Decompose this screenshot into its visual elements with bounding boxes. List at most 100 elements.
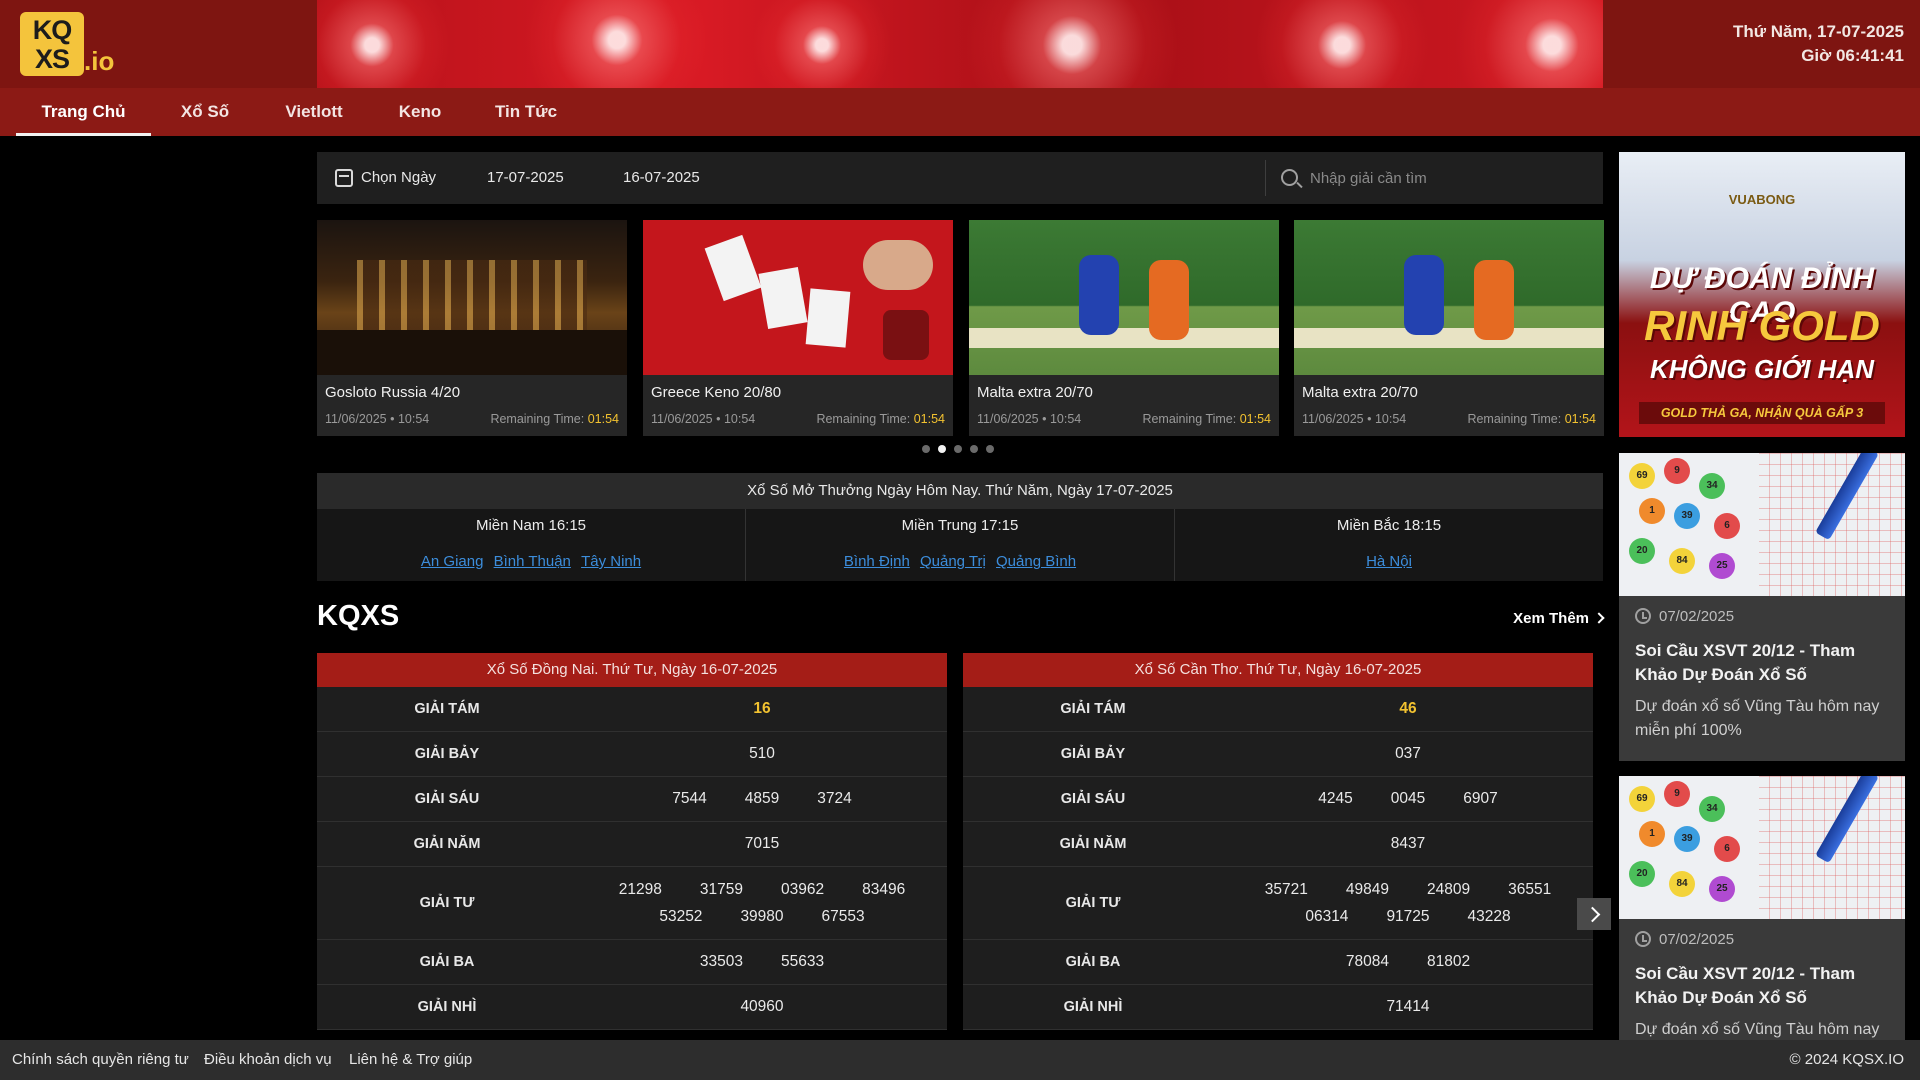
news-date: 07/02/2025 [1635,608,1734,625]
province-link[interactable]: An Giang [421,553,484,570]
prize-number: 6907 [1463,790,1498,807]
prize-number: 91725 [1386,907,1430,925]
schedule-region-central: Miền Trung 17:15 Bình Định Quảng Trị Quả… [746,509,1175,581]
prize-number: 83496 [862,880,906,898]
prize-number: 46 [1399,700,1417,717]
schedule-region-south: Miền Nam 16:15 An Giang Bình Thuận Tây N… [317,509,746,581]
terms-of-service-link[interactable]: Điều khoản dịch vụ [204,1040,332,1080]
region-links: Hà Nội [1175,553,1603,570]
prize-number: 0045 [1390,790,1426,807]
prize-label: GIẢI BA [419,954,475,970]
prize-row: GIẢI NĂM 8437 [963,822,1593,867]
see-more-link[interactable]: Xem Thêm [1513,610,1605,627]
football-image [969,220,1279,375]
logo-extension: .io [84,46,115,76]
province-link[interactable]: Tây Ninh [581,553,641,570]
search-icon[interactable] [1281,169,1298,186]
province-link[interactable]: Hà Nội [1366,553,1412,570]
prize-number: 35721 [1264,880,1308,898]
news-card[interactable]: 69 9 34 1 39 6 20 84 25 07/02/2025 Soi C… [1619,453,1905,761]
prize-row: GIẢI TÁM 46 [963,687,1593,732]
nav-item-vietlott[interactable]: Vietlott [276,88,352,136]
nav-item-home[interactable]: Trang Chủ [16,88,151,136]
carousel-dot[interactable] [922,445,930,453]
news-title[interactable]: Soi Cầu XSVT 20/12 - Tham Khảo Dự Đoán X… [1635,639,1895,687]
prize-number: 40960 [740,998,784,1015]
contact-help-link[interactable]: Liên hệ & Trợ giúp [349,1040,472,1080]
prize-number: 49849 [1345,880,1389,898]
calendar-icon[interactable] [335,169,353,187]
footer: Chính sách quyền riêng tư Điều khoản dịc… [0,1040,1920,1080]
date-filter-bar: Chọn Ngày 17-07-2025 16-07-2025 [317,152,1603,204]
lottery-balls-image: 69 9 34 1 39 6 20 84 25 [1619,776,1905,919]
news-title[interactable]: Soi Cầu XSVT 20/12 - Tham Khảo Dự Đoán X… [1635,962,1895,1010]
prize-number: 43228 [1467,907,1511,925]
site-logo[interactable]: KQ XS .io [20,12,130,78]
game-card[interactable]: Greece Keno 20/80 11/06/2025 • 10:54 Rem… [643,220,953,436]
carousel-dot[interactable] [954,445,962,453]
card-title: Gosloto Russia 4/20 [325,384,461,401]
copyright: © 2024 KQSX.IO [1789,1051,1904,1068]
prize-label: GIẢI BA [1065,954,1121,970]
prize-number: 78084 [1345,953,1389,970]
prize-values: 510 [587,732,937,776]
card-remaining: Remaining Time: 01:54 [1467,412,1596,426]
prize-number: 510 [749,745,775,762]
prize-number: 31759 [699,880,743,898]
privacy-policy-link[interactable]: Chính sách quyền riêng tư [12,1040,189,1080]
province-link[interactable]: Bình Định [844,553,910,570]
card-meta: 11/06/2025 • 10:54 [977,412,1082,426]
carousel-dot[interactable] [986,445,994,453]
nav-item-keno[interactable]: Keno [392,88,448,136]
search-input[interactable] [1310,164,1590,192]
game-card[interactable]: Malta extra 20/70 11/06/2025 • 10:54 Rem… [1294,220,1604,436]
nav-item-news[interactable]: Tin Tức [488,88,564,136]
carousel-dot[interactable] [938,445,946,453]
nav-item-xoso[interactable]: Xổ Số [170,88,240,136]
prize-row: GIẢI NĂM 7015 [317,822,947,867]
prize-number: 53252 [659,907,703,925]
prize-number: 81802 [1427,953,1471,970]
prize-number: 03962 [781,880,825,898]
prize-label: GIẢI TƯ [1065,895,1121,911]
province-link[interactable]: Quảng Trị [920,553,986,570]
game-card[interactable]: Gosloto Russia 4/20 11/06/2025 • 10:54 R… [317,220,627,436]
game-card[interactable]: Malta extra 20/70 11/06/2025 • 10:54 Rem… [969,220,1279,436]
prize-number: 8437 [1390,835,1426,852]
card-title: Malta extra 20/70 [1302,384,1418,401]
promo-banner[interactable]: VUABONG DỰ ĐOÁN ĐỈNH CAO RINH GOLD KHÔNG… [1619,152,1905,437]
prize-row: GIẢI NHÌ 40960 [317,985,947,1030]
ad-brand: VUABONG [1728,192,1796,207]
ad-tagline: GOLD THẢ GA, NHẬN QUÀ GẤP 3 [1639,402,1885,424]
card-title: Greece Keno 20/80 [651,384,782,401]
province-link[interactable]: Bình Thuận [494,553,571,570]
prize-number: 67553 [821,907,865,925]
region-title: Miền Trung 17:15 [901,517,1019,534]
ad-headline-gold: RINH GOLD [1644,302,1880,349]
province-link[interactable]: Quảng Bình [996,553,1076,570]
clock-icon [1635,608,1651,624]
prize-values: 33503 55633 [587,940,937,984]
result-table-heading: Xổ Số Đồng Nai. Thứ Tư, Ngày 16-07-2025 [317,653,947,687]
prize-row: GIẢI NHÌ 71414 [963,985,1593,1030]
news-card[interactable]: 69 9 34 1 39 6 20 84 25 07/02/2025 Soi C… [1619,776,1905,1040]
prize-row: GIẢI BA 33503 55633 [317,940,947,985]
prize-number: 55633 [781,953,825,970]
page: KQ XS .io Thứ Năm, 17-07-2025 Giờ 06:41:… [0,0,1920,1080]
ad-subheadline: KHÔNG GIỚI HẠN [1650,354,1874,384]
carousel-dot[interactable] [970,445,978,453]
card-meta: 11/06/2025 • 10:54 [325,412,430,426]
prize-values: 7544 4859 3724 [587,777,937,821]
logo-mark: KQ XS [20,12,84,76]
prize-number: 21298 [618,880,662,898]
football-image [1294,220,1604,375]
date-option-today[interactable]: 17-07-2025 [487,152,564,204]
prize-label: GIẢI BẢY [414,746,480,762]
choose-date-button[interactable]: Chọn Ngày [361,152,436,204]
prize-label: GIẢI BẢY [1060,746,1126,762]
prize-row: GIẢI BẢY 037 [963,732,1593,777]
next-table-button[interactable] [1577,898,1611,930]
prize-row: GIẢI TÁM 16 [317,687,947,732]
schedule-heading: Xổ Số Mở Thưởng Ngày Hôm Nay. Thứ Năm, N… [317,473,1603,509]
date-option-yesterday[interactable]: 16-07-2025 [623,152,700,204]
